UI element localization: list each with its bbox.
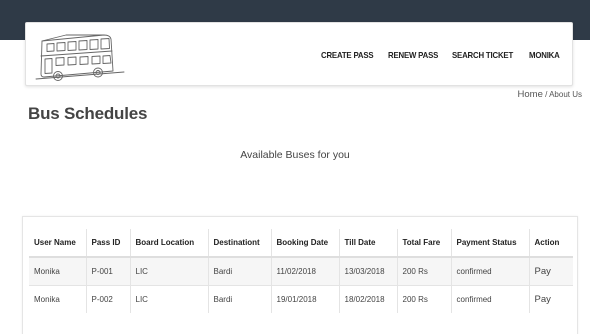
cell-pass-id: P-001 bbox=[85, 256, 130, 285]
col-booking-date: Booking Date bbox=[270, 229, 339, 258]
page-title: Bus Schedules bbox=[28, 104, 148, 123]
cell-destination: Bardi bbox=[207, 256, 271, 285]
bus-schedule-table: User Name Pass ID Board Location Destina… bbox=[29, 229, 573, 313]
nav-renew-pass[interactable]: RENEW PASS bbox=[388, 50, 438, 60]
pay-button[interactable]: Pay bbox=[528, 284, 573, 313]
cell-board-location: LIC bbox=[129, 284, 208, 313]
table-header-row: User Name Pass ID Board Location Destina… bbox=[29, 229, 573, 258]
cell-till-date: 18/02/2018 bbox=[338, 284, 397, 313]
nav-search-ticket[interactable]: SEARCH TICKET bbox=[452, 50, 513, 60]
col-user-name: User Name bbox=[29, 229, 86, 258]
breadcrumb: Home / About Us bbox=[518, 89, 582, 100]
table-row: Monika P-001 LIC Bardi 11/02/2018 13/03/… bbox=[29, 256, 573, 285]
cell-till-date: 13/03/2018 bbox=[338, 256, 397, 285]
bus-logo-icon[interactable] bbox=[34, 27, 134, 83]
cell-user-name: Monika bbox=[29, 284, 86, 313]
breadcrumb-current: About Us bbox=[549, 90, 582, 99]
col-payment-status: Payment Status bbox=[450, 229, 529, 258]
pay-button[interactable]: Pay bbox=[528, 256, 573, 285]
col-pass-id: Pass ID bbox=[85, 229, 130, 258]
table-row: Monika P-002 LIC Bardi 19/01/2018 18/02/… bbox=[29, 284, 573, 313]
breadcrumb-home[interactable]: Home bbox=[518, 89, 543, 100]
main-nav: CREATE PASS RENEW PASS SEARCH TICKET MON… bbox=[321, 50, 562, 60]
cell-board-location: LIC bbox=[129, 256, 208, 285]
cell-total-fare: 200 Rs bbox=[396, 256, 451, 285]
col-board-location: Board Location bbox=[129, 229, 208, 258]
col-total-fare: Total Fare bbox=[396, 229, 451, 258]
cell-payment-status: confirmed bbox=[450, 256, 529, 285]
cell-destination: Bardi bbox=[207, 284, 271, 313]
section-subtitle: Available Buses for you bbox=[240, 149, 350, 161]
cell-total-fare: 200 Rs bbox=[396, 284, 451, 313]
col-action: Action bbox=[528, 229, 573, 258]
nav-user-menu[interactable]: MONIKA bbox=[529, 50, 560, 60]
nav-create-pass[interactable]: CREATE PASS bbox=[321, 50, 374, 60]
cell-user-name: Monika bbox=[29, 256, 86, 285]
cell-pass-id: P-002 bbox=[85, 284, 130, 313]
navbar: CREATE PASS RENEW PASS SEARCH TICKET MON… bbox=[25, 22, 573, 86]
schedule-table-card: User Name Pass ID Board Location Destina… bbox=[22, 216, 578, 334]
cell-payment-status: confirmed bbox=[450, 284, 529, 313]
cell-booking-date: 11/02/2018 bbox=[270, 256, 339, 285]
cell-booking-date: 19/01/2018 bbox=[270, 284, 339, 313]
col-till-date: Till Date bbox=[338, 229, 397, 258]
col-destination: Destinationt bbox=[207, 229, 271, 258]
